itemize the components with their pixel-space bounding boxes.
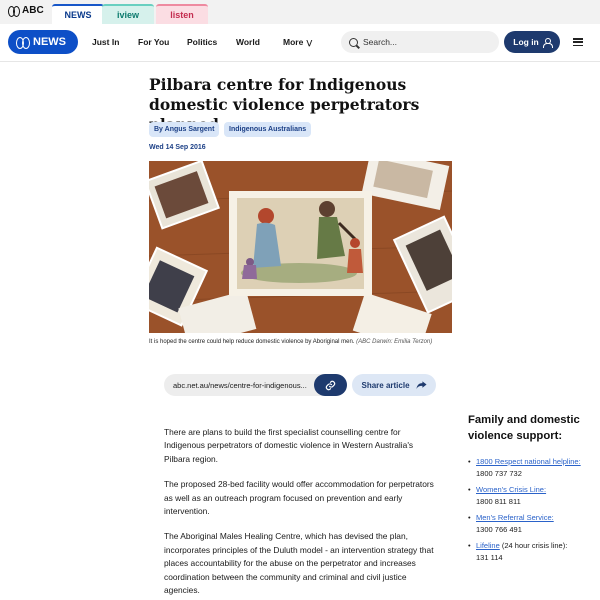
support-link-womens-crisis[interactable]: Women's Crisis Line: <box>476 485 546 494</box>
nav-just-in[interactable]: Just In <box>92 37 119 47</box>
share-article-button[interactable]: Share article <box>352 374 436 396</box>
support-item: Women's Crisis Line: 1800 811 811 <box>468 484 592 507</box>
paragraph: There are plans to build the first speci… <box>164 427 414 464</box>
share-label: Share article <box>361 380 410 390</box>
abc-news-logo[interactable]: NEWS <box>8 30 78 54</box>
photo-caption: It is hoped the centre could help reduce… <box>149 338 459 347</box>
article-body: There are plans to build the first speci… <box>164 426 438 600</box>
support-heading: Family and domestic violence support: <box>468 414 580 442</box>
network-tab-listen[interactable]: listen <box>156 4 208 24</box>
article-photo <box>149 161 452 333</box>
support-link-1800-respect[interactable]: 1800 Respect national helpline: <box>476 457 581 466</box>
support-note: (24 hour crisis line): <box>499 541 568 550</box>
support-item: 1800 Respect national helpline: 1800 737… <box>468 456 592 479</box>
nav-politics[interactable]: Politics <box>187 37 217 47</box>
network-bar: ABC NEWS iview listen <box>0 0 600 24</box>
support-number: 131 114 <box>476 552 503 562</box>
login-label: Log in <box>513 37 539 47</box>
chevron-down-icon: ⋁ <box>306 40 313 47</box>
search-icon <box>349 37 358 47</box>
network-tab-iview[interactable]: iview <box>102 4 154 24</box>
abc-lissajous-icon <box>16 37 30 49</box>
abc-brand-label: ABC <box>22 5 44 16</box>
publish-date: Wed 14 Sep 2016 <box>149 144 206 151</box>
login-button[interactable]: Log in <box>504 31 560 53</box>
paragraph: The Aboriginal Males Healing Centre, whi… <box>164 531 434 596</box>
author-tag[interactable]: By Angus Sargent <box>149 122 220 137</box>
menu-icon[interactable] <box>573 38 583 46</box>
share-url-text: abc.net.au/news/centre-for-indigenous... <box>173 380 307 390</box>
copy-link-button[interactable] <box>314 374 347 396</box>
search-placeholder: Search... <box>363 37 398 47</box>
link-icon <box>325 380 336 390</box>
support-panel: Family and domestic violence support: 18… <box>468 412 592 568</box>
nav-world[interactable]: World <box>236 37 260 47</box>
support-list: 1800 Respect national helpline: 1800 737… <box>468 456 592 563</box>
paragraph: The proposed 28-bed facility would offer… <box>164 479 434 517</box>
topic-tag[interactable]: Indigenous Australians <box>224 122 312 137</box>
caption-credit: (ABC Darwin: Emilia Terzon) <box>356 339 433 345</box>
logo-label: NEWS <box>33 36 66 48</box>
support-number: 1800 737 732 <box>476 468 522 478</box>
user-icon <box>542 38 553 48</box>
support-item: Lifeline (24 hour crisis line): 131 114 <box>468 540 592 563</box>
support-number: 1300 766 491 <box>476 524 522 534</box>
site-header: NEWS Just In For You Politics World More… <box>0 24 600 62</box>
support-link-mens-referral[interactable]: Men's Referral Service: <box>476 513 554 522</box>
share-arrow-icon <box>415 381 427 390</box>
nav-for-you[interactable]: For You <box>138 37 169 47</box>
abc-lissajous-icon <box>8 6 20 17</box>
support-link-lifeline[interactable]: Lifeline <box>476 541 500 550</box>
caption-text: It is hoped the centre could help reduce… <box>149 339 355 345</box>
nav-more[interactable]: More ⋁ <box>283 37 312 47</box>
search-bar[interactable]: Search... <box>341 31 499 53</box>
network-tab-news[interactable]: NEWS <box>52 4 104 24</box>
support-item: Men's Referral Service: 1300 766 491 <box>468 512 592 535</box>
support-number: 1800 811 811 <box>476 496 521 506</box>
abc-network-logo[interactable]: ABC <box>8 5 44 17</box>
nav-more-label: More <box>283 37 304 47</box>
